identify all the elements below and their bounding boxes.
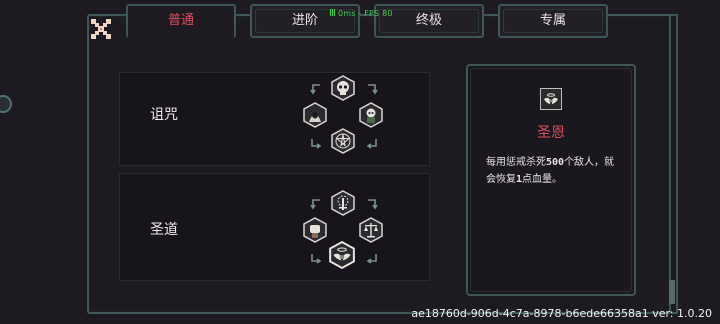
tab-label: 终极 <box>415 13 442 28</box>
detail-title: 圣恩 <box>537 125 565 141</box>
arrow-icon <box>366 139 377 149</box>
tab-label: 专属 <box>539 13 566 28</box>
arrow-icon <box>311 139 322 149</box>
radiant-sword-icon[interactable] <box>330 190 356 216</box>
scrollbar-track[interactable] <box>668 14 678 314</box>
side-handle-icon[interactable] <box>0 95 12 113</box>
arrow-icon <box>368 84 378 95</box>
winged-halo-icon[interactable] <box>328 241 356 269</box>
arrow-icon <box>366 254 377 264</box>
skull-icon[interactable] <box>330 75 356 101</box>
hooded-figure-icon[interactable] <box>302 102 328 128</box>
tab-normal[interactable]: 普通 <box>126 4 236 38</box>
version-label: ae18760d-906d-4c7a-8978-b6ede66358a1 ver… <box>411 307 712 320</box>
tab-exclusive[interactable]: 专属 <box>498 4 608 38</box>
tab-label: 进阶 <box>291 13 318 28</box>
winged-halo-icon <box>540 88 562 110</box>
arrow-icon <box>368 199 378 210</box>
row-label: 诅咒 <box>150 107 178 123</box>
ghoul-icon[interactable] <box>358 102 384 128</box>
close-icon[interactable] <box>90 18 112 40</box>
detail-description: 每用惩戒杀死500个敌人，就会恢复1点血量。 <box>486 157 615 185</box>
scrollbar-thumb[interactable] <box>669 280 675 304</box>
detail-panel: 圣恩 每用惩戒杀死500个敌人，就会恢复1点血量。 <box>466 64 636 296</box>
pentagram-icon[interactable] <box>330 128 356 154</box>
scales-icon[interactable] <box>358 217 384 243</box>
raised-fist-icon[interactable] <box>302 217 328 243</box>
arrow-icon <box>310 199 320 210</box>
tab-label: 普通 <box>167 13 194 28</box>
arrow-icon <box>311 254 322 264</box>
row-label: 圣道 <box>150 222 178 238</box>
fps-overlay: 0ms - FPS 80 <box>330 9 393 18</box>
arrow-icon <box>310 84 320 95</box>
